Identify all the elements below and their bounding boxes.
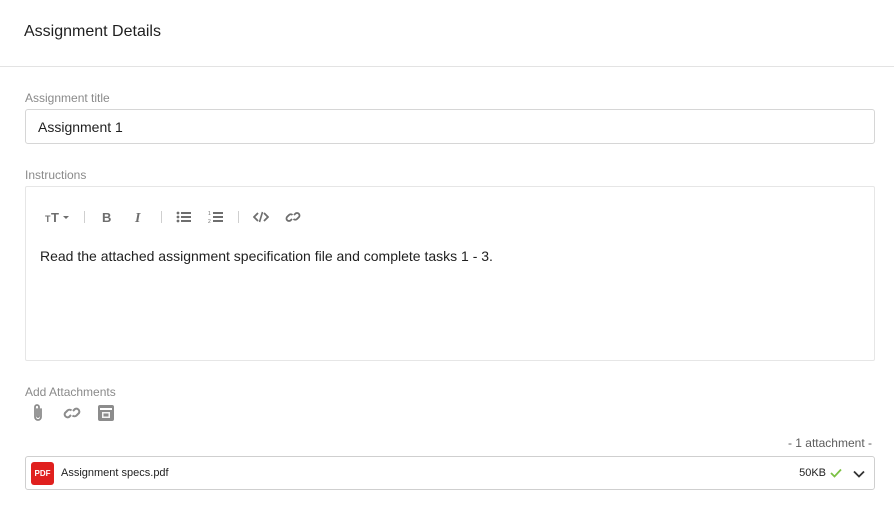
attachment-file-size: 50KB (799, 467, 826, 479)
pdf-file-icon: PDF (31, 461, 54, 485)
numbered-list-icon[interactable]: 12 (204, 207, 228, 227)
page-header: Assignment Details (0, 0, 894, 67)
bold-icon[interactable]: B (95, 207, 119, 227)
link-icon[interactable] (62, 403, 82, 423)
assignment-title-input[interactable] (25, 109, 875, 144)
editor-toolbar: TT B I 12 (44, 207, 305, 227)
text-size-icon[interactable]: TT (44, 207, 74, 227)
toolbar-divider (161, 211, 162, 223)
chevron-down-icon[interactable] (852, 467, 866, 481)
instructions-text[interactable]: Read the attached assignment specificati… (40, 248, 493, 264)
check-icon (829, 466, 843, 480)
svg-text:B: B (102, 210, 111, 224)
assignment-title-label: Assignment title (25, 91, 110, 105)
svg-text:T: T (51, 210, 59, 224)
link-icon[interactable] (281, 207, 305, 227)
instructions-editor[interactable]: TT B I 12 Read the attached assignment s… (25, 186, 875, 361)
svg-text:2: 2 (208, 219, 211, 224)
paperclip-icon[interactable] (28, 403, 48, 423)
toolbar-divider (238, 211, 239, 223)
instructions-label: Instructions (25, 168, 87, 182)
attachment-tools (28, 403, 116, 423)
attachment-file-row[interactable]: PDF Assignment specs.pdf 50KB (25, 456, 875, 490)
page-title: Assignment Details (24, 23, 161, 40)
attachment-count: - 1 attachment - (787, 436, 872, 450)
code-icon[interactable] (249, 207, 273, 227)
toolbar-divider (84, 211, 85, 223)
bullet-list-icon[interactable] (172, 207, 196, 227)
add-attachments-label: Add Attachments (25, 385, 116, 399)
drive-icon[interactable] (96, 403, 116, 423)
svg-text:1: 1 (208, 211, 211, 217)
italic-icon[interactable]: I (127, 207, 151, 227)
attachment-file-name[interactable]: Assignment specs.pdf (61, 467, 169, 479)
svg-text:I: I (134, 211, 141, 224)
